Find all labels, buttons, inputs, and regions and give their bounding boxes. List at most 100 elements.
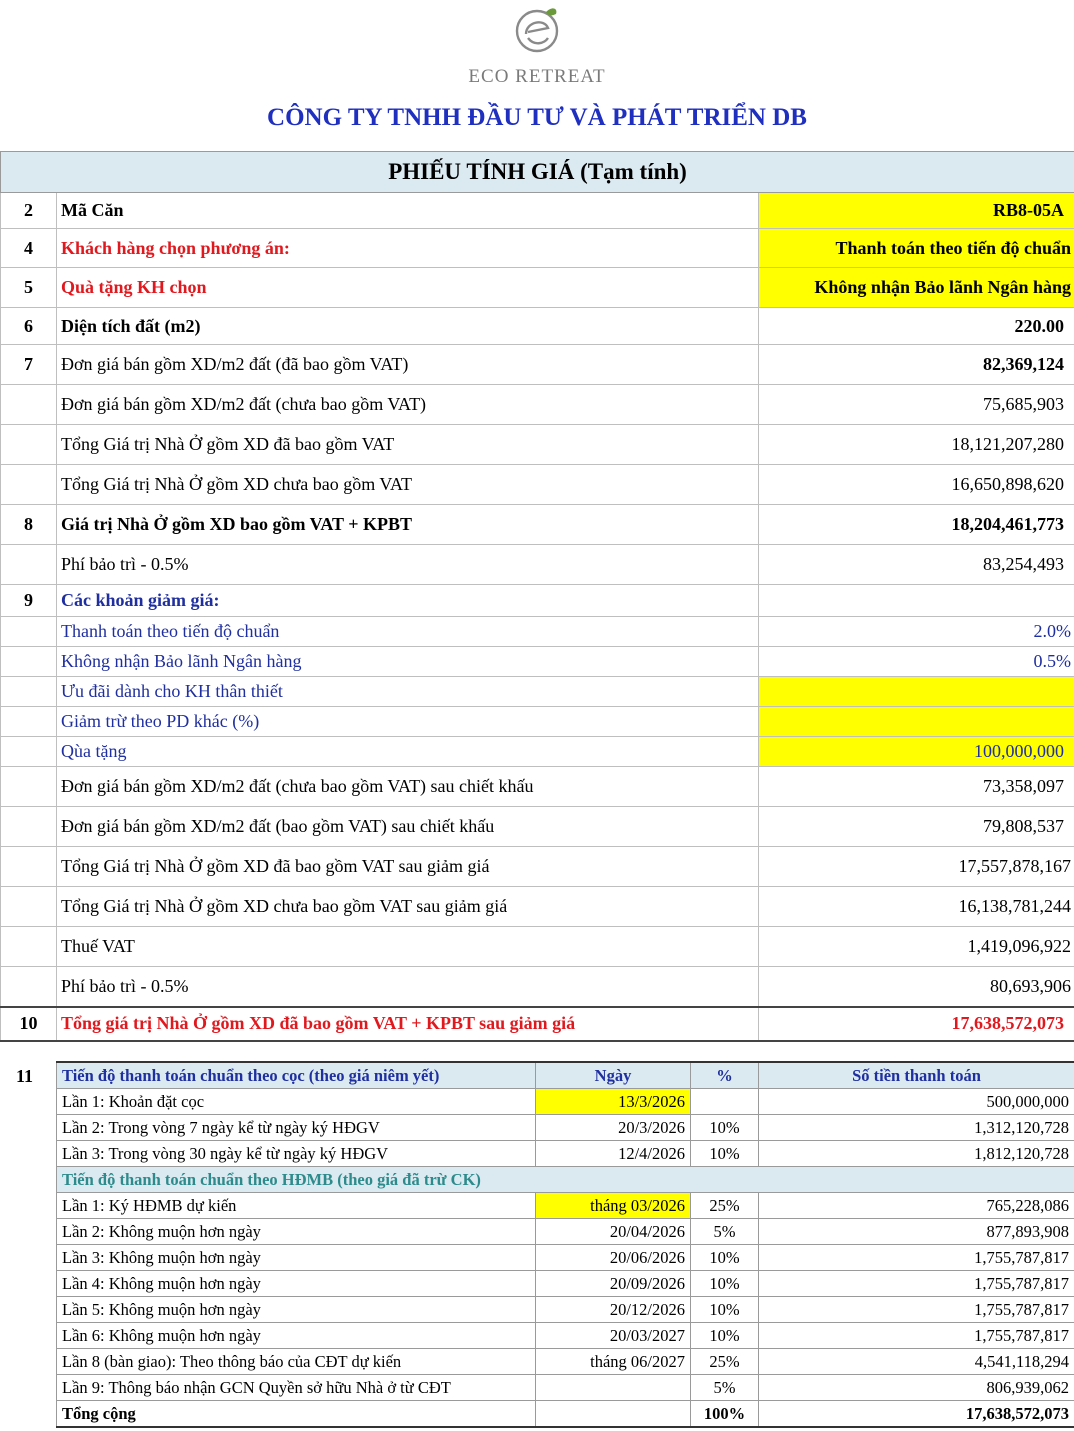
row-pct: 25% (690, 1348, 759, 1375)
row-value: 79,808,537 (757, 806, 1074, 847)
row-number (0, 806, 57, 847)
row-label: Lần 8 (bàn giao): Theo thông báo của CĐT… (56, 1348, 536, 1375)
row-number (0, 706, 57, 737)
row-label: Đơn giá bán gồm XD/m2 đất (chưa bao gồm … (56, 766, 759, 807)
row-amount: 1,755,787,817 (758, 1244, 1074, 1271)
table-row: 4 Khách hàng chọn phương án: Thanh toán … (0, 228, 1074, 268)
company-name: CÔNG TY TNHH ĐẦU TƯ VÀ PHÁT TRIỂN DB (267, 104, 807, 131)
table-row: Lần 2: Trong vòng 7 ngày kể từ ngày ký H… (56, 1114, 1074, 1141)
brand-logo: ECO RETREAT (0, 4, 1074, 88)
table-row: Lần 1: Ký HĐMB dự kiến tháng 03/2026 25%… (56, 1192, 1074, 1219)
schedule-header: Tiến độ thanh toán chuẩn theo cọc (theo … (56, 1061, 1074, 1089)
row-value: 83,254,493 (757, 544, 1074, 585)
row-label: Lần 3: Không muộn hơn ngày (56, 1244, 536, 1271)
row-value: 220.00 (757, 307, 1074, 345)
row-number (0, 384, 57, 425)
row-pct (690, 1088, 759, 1115)
table-row: Tổng Giá trị Nhà Ở gồm XD đã bao gồm VAT… (0, 846, 1074, 887)
row-number: 10 (0, 1005, 57, 1042)
row-label: Giá trị Nhà Ở gồm XD bao gồm VAT + KPBT (56, 504, 759, 545)
row-number (0, 846, 57, 887)
table-row: 8 Giá trị Nhà Ở gồm XD bao gồm VAT + KPB… (0, 504, 1074, 545)
table-row: Đơn giá bán gồm XD/m2 đất (bao gồm VAT) … (0, 806, 1074, 847)
schedule-number: 11 (16, 1066, 34, 1086)
row-amount: 1,812,120,728 (758, 1140, 1074, 1167)
row-label: Tổng Giá trị Nhà Ở gồm XD chưa bao gồm V… (56, 886, 759, 927)
row-number: 4 (0, 228, 57, 268)
row-label: Quà tặng KH chọn (56, 267, 759, 308)
table-row: 6 Diện tích đất (m2) 220.00 (0, 307, 1074, 345)
row-value (757, 706, 1074, 737)
table-row: Lần 3: Không muộn hơn ngày 20/06/2026 10… (56, 1244, 1074, 1271)
table-row: Phí bảo trì - 0.5% 83,254,493 (0, 544, 1074, 585)
row-number (0, 926, 57, 967)
row-label: Tổng Giá trị Nhà Ở gồm XD chưa bao gồm V… (56, 464, 759, 505)
col-date-header: Ngày (535, 1061, 691, 1089)
row-pct: 10% (690, 1270, 759, 1297)
row-date: 12/4/2026 (535, 1140, 691, 1167)
grand-total-row: 10 Tổng giá trị Nhà Ở gồm XD đã bao gồm … (0, 1005, 1074, 1042)
table-row: Lần 4: Không muộn hơn ngày 20/09/2026 10… (56, 1270, 1074, 1297)
row-label: Lần 9: Thông báo nhận GCN Quyền sở hữu N… (56, 1374, 536, 1401)
row-label: Tổng Giá trị Nhà Ở gồm XD đã bao gồm VAT… (56, 846, 759, 887)
col-pct-header: % (690, 1061, 759, 1089)
row-label: Giảm trừ theo PD khác (%) (56, 706, 759, 737)
table-row: 7 Đơn giá bán gồm XD/m2 đất (đã bao gồm … (0, 344, 1074, 385)
row-value: 1,419,096,922 (757, 926, 1074, 967)
row-amount: 877,893,908 (758, 1218, 1074, 1245)
row-date: 13/3/2026 (535, 1088, 691, 1115)
row-amount: 1,755,787,817 (758, 1322, 1074, 1349)
row-number: 7 (0, 344, 57, 385)
row-value: 16,138,781,244 (757, 886, 1074, 927)
row-amount: 1,755,787,817 (758, 1296, 1074, 1323)
row-number: 8 (0, 504, 57, 545)
total-date-empty (535, 1400, 691, 1428)
row-number (0, 736, 57, 767)
row-label: Lần 1: Ký HĐMB dự kiến (56, 1192, 536, 1219)
row-number: 2 (0, 192, 57, 229)
table-row: Giảm trừ theo PD khác (%) (0, 706, 1074, 737)
table-row: Đơn giá bán gồm XD/m2 đất (chưa bao gồm … (0, 384, 1074, 425)
table-row: Lần 1: Khoản đặt cọc 13/3/2026 500,000,0… (56, 1088, 1074, 1115)
row-number: 9 (0, 584, 57, 617)
row-number (0, 766, 57, 807)
row-pct: 10% (690, 1114, 759, 1141)
row-value: 0.5% (757, 646, 1074, 677)
row-label: Tổng Giá trị Nhà Ở gồm XD đã bao gồm VAT (56, 424, 759, 465)
table-row: Lần 8 (bàn giao): Theo thông báo của CĐT… (56, 1348, 1074, 1375)
row-label: Thuế VAT (56, 926, 759, 967)
price-sheet-header: PHIẾU TÍNH GIÁ (Tạm tính) (0, 151, 1074, 193)
col-amount-header: Số tiền thanh toán (758, 1061, 1074, 1089)
row-number: 5 (0, 267, 57, 308)
row-label: Lần 2: Trong vòng 7 ngày kể từ ngày ký H… (56, 1114, 536, 1141)
row-date: 20/09/2026 (535, 1270, 691, 1297)
row-label: Đơn giá bán gồm XD/m2 đất (chưa bao gồm … (56, 384, 759, 425)
row-amount: 1,755,787,817 (758, 1270, 1074, 1297)
grand-total-value: 17,638,572,073 (757, 1005, 1074, 1042)
schedule-subheader: Tiến độ thanh toán chuẩn theo HĐMB (theo… (56, 1166, 1074, 1193)
row-value: 73,358,097 (757, 766, 1074, 807)
row-value (757, 584, 1074, 617)
row-pct: 5% (690, 1218, 759, 1245)
row-pct: 10% (690, 1140, 759, 1167)
table-row: Thuế VAT 1,419,096,922 (0, 926, 1074, 967)
table-row: Lần 9: Thông báo nhận GCN Quyền sở hữu N… (56, 1374, 1074, 1401)
row-label: Lần 3: Trong vòng 30 ngày kể từ ngày ký … (56, 1140, 536, 1167)
row-pct: 5% (690, 1374, 759, 1401)
row-label: Lần 6: Không muộn hơn ngày (56, 1322, 536, 1349)
schedule-title: Tiến độ thanh toán chuẩn theo cọc (theo … (56, 1061, 536, 1089)
table-row: 2 Mã Căn RB8-05A (0, 192, 1074, 229)
row-number (0, 646, 57, 677)
row-label: Đơn giá bán gồm XD/m2 đất (bao gồm VAT) … (56, 806, 759, 847)
row-label: Thanh toán theo tiến độ chuẩn (56, 616, 759, 647)
brand-name: ECO RETREAT (468, 66, 606, 87)
row-label: Lần 5: Không muộn hơn ngày (56, 1296, 536, 1323)
row-date: 20/06/2026 (535, 1244, 691, 1271)
row-pct: 10% (690, 1296, 759, 1323)
row-number: 6 (0, 307, 57, 345)
table-row: Tổng Giá trị Nhà Ở gồm XD chưa bao gồm V… (0, 886, 1074, 927)
row-number (0, 676, 57, 707)
row-number (0, 544, 57, 585)
row-value: 18,121,207,280 (757, 424, 1074, 465)
row-label: Mã Căn (56, 192, 759, 229)
